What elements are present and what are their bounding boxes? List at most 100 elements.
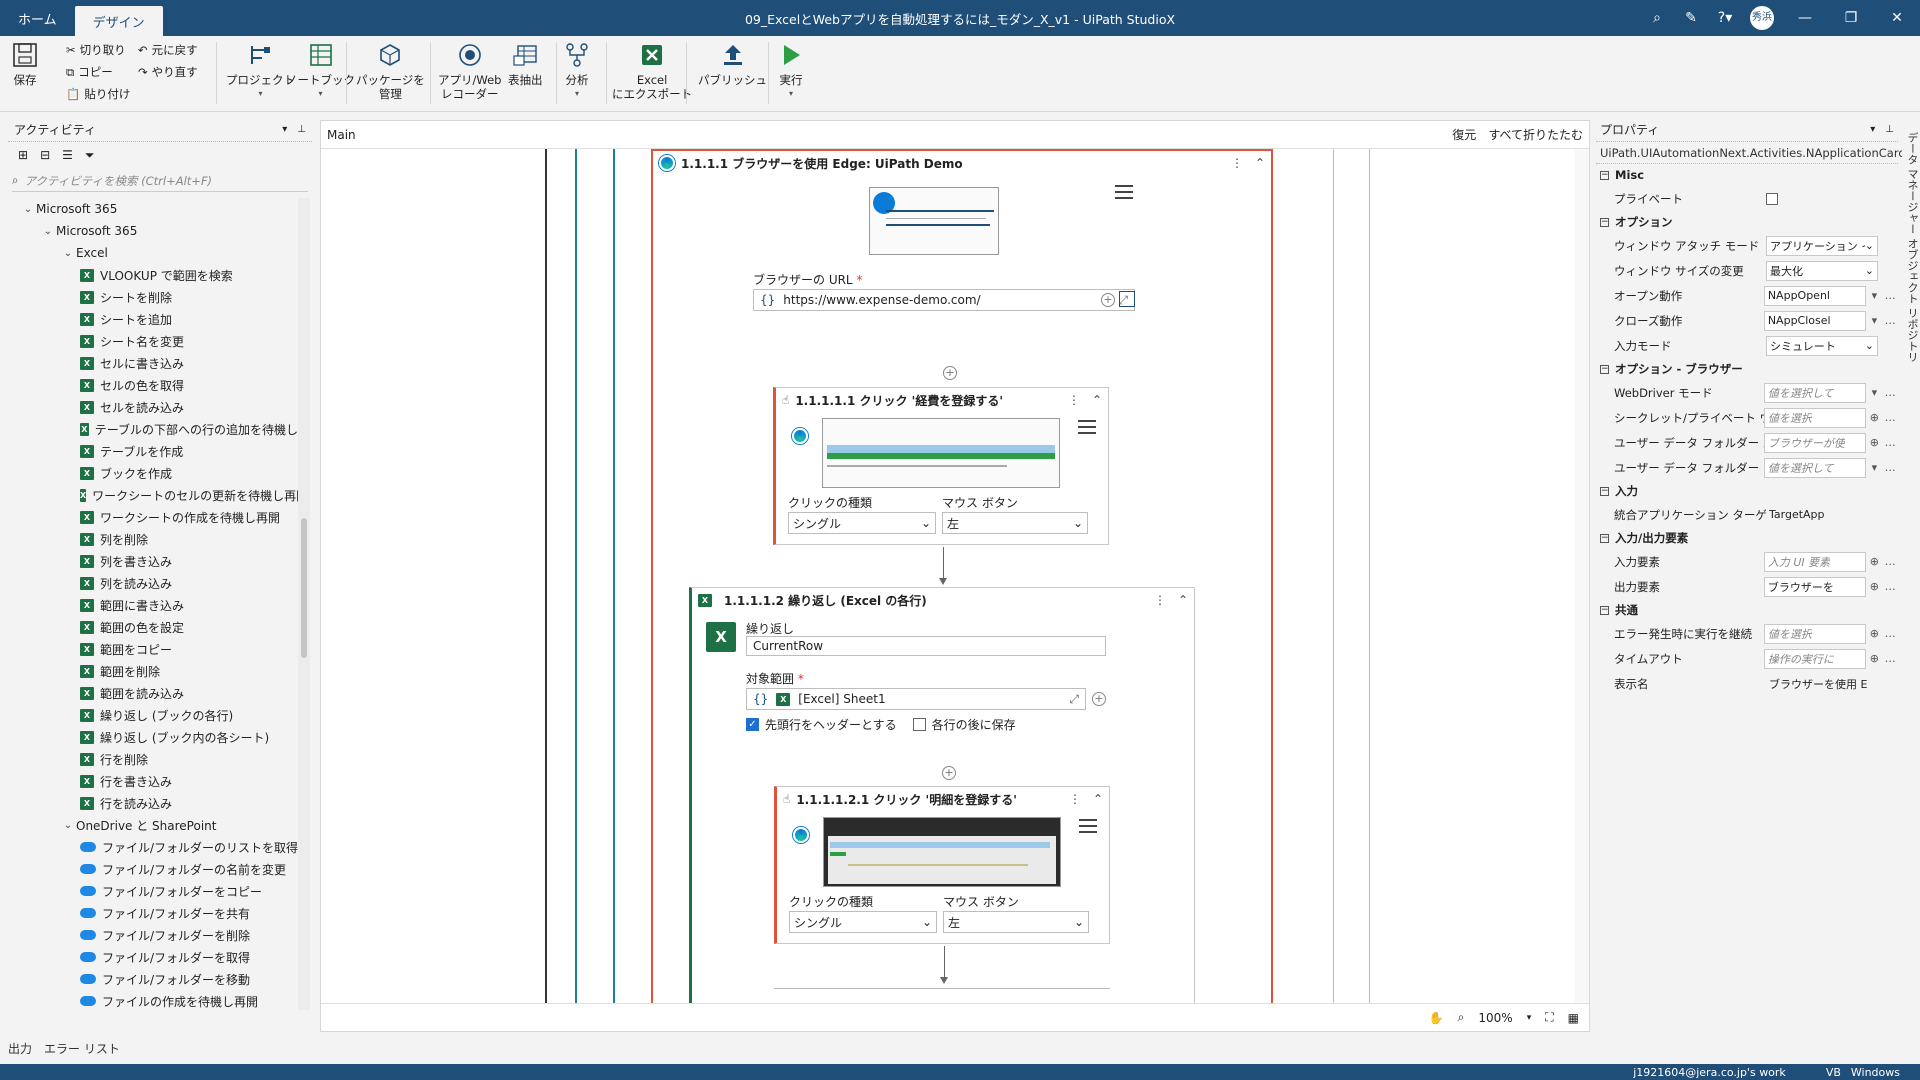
tree-activity-item[interactable]: ファイル/フォルダーのリストを取得 [8,836,298,858]
notebook-button[interactable]: ノートブック ▾ [286,40,355,101]
property-value-field[interactable]: 値を選択して [1763,457,1867,478]
analyze-button[interactable]: 分析 ▾ [562,40,592,101]
menu-icon[interactable] [1115,185,1133,199]
property-value-field[interactable]: ブラウザーを [1763,576,1867,597]
property-value-field[interactable]: 値を選択して [1763,382,1867,403]
tree-activity-item[interactable]: X セルを読み込み [8,396,298,418]
expand-icon[interactable]: ⤢ [1069,692,1079,707]
expand-all-icon[interactable]: ⊞ [18,148,28,162]
save-checkbox[interactable] [912,718,926,731]
breadcrumb-main[interactable]: Main [327,128,356,142]
click-type-select[interactable]: シングル ⌄ [788,512,936,534]
property-value-field[interactable]: 値を選択 [1763,407,1867,428]
more-icon[interactable]: ⋮ [1231,156,1243,170]
property-value-field[interactable]: TargetApp [1766,505,1870,525]
redo-button[interactable]: ↷ やり直す [138,64,198,80]
more-icon[interactable]: ⋮ [1068,393,1080,407]
pin-icon[interactable]: ⊥ [1885,124,1894,135]
more-icon[interactable]: ⋮ [1154,593,1166,607]
property-section[interactable]: − 入力/出力要素 [1596,527,1898,549]
workflow-canvas[interactable]: 1.1.1.1 ブラウザーを使用 Edge: UiPath Demo ⋮ ⌃ ブラ… [321,149,1575,1003]
excel-export-button[interactable]: Excel にエクスポート [612,40,692,101]
tree-activity-item[interactable]: X 繰り返し (ブック内の各シート) [8,726,298,748]
tree-activity-item[interactable]: X シート名を変更 [8,330,298,352]
collapse-icon[interactable]: ⌃ [1092,393,1102,407]
tab-error-list[interactable]: エラー リスト [44,1040,120,1060]
chevron-down-icon[interactable]: ▾ [1870,124,1875,135]
property-value-field[interactable]: NAppOpenl [1763,285,1867,306]
add-icon[interactable]: ⊕ [1866,436,1882,449]
tree-group[interactable]: ⌄ Microsoft 365 [8,198,298,220]
dropdown-icon[interactable]: ▾ [1866,386,1882,399]
range-field[interactable]: {} X [Excel] Sheet1 ⤢ [746,688,1086,710]
tree-activity-item[interactable]: X 列を書き込み [8,550,298,572]
collapse-all-icon[interactable]: ⊟ [40,148,50,162]
tree-group[interactable]: ⌄ Microsoft 365 [8,220,298,242]
ellipsis-icon[interactable]: … [1882,436,1898,449]
tree-activity-item[interactable]: X シートを追加 [8,308,298,330]
click-type-select[interactable]: シングル ⌄ [789,911,937,933]
tab-home[interactable]: ホーム [0,0,75,36]
publish-button[interactable]: パブリッシュ [698,40,767,87]
collapse-section-icon[interactable]: − [1600,605,1609,615]
collapse-icon[interactable]: ⌃ [1093,792,1103,806]
ellipsis-icon[interactable]: … [1882,411,1898,424]
chevron-down-icon[interactable]: ▾ [1527,1013,1532,1023]
browser-icon[interactable] [1119,291,1135,307]
tree-activity-item[interactable]: X 範囲に書き込み [8,594,298,616]
list-view-icon[interactable]: ☰ [62,148,73,162]
ellipsis-icon[interactable]: … [1882,652,1898,665]
ellipsis-icon[interactable]: … [1882,289,1898,302]
tree-activity-item[interactable]: X ワークシートの作成を待機し再開 [8,506,298,528]
header-checkbox[interactable]: ✓ [746,718,759,731]
ellipsis-icon[interactable]: … [1882,314,1898,327]
add-icon[interactable]: ⊕ [1866,555,1882,568]
help-icon[interactable]: ?▾ [1708,10,1742,26]
collapse-icon[interactable]: ⌃ [1178,593,1188,607]
hand-icon[interactable]: ✋ [1429,1011,1444,1025]
tree-activity-item[interactable]: X 範囲の色を設定 [8,616,298,638]
feedback-icon[interactable]: ✎ [1674,10,1708,26]
ellipsis-icon[interactable]: … [1882,627,1898,640]
collapse-section-icon[interactable]: − [1600,533,1609,543]
undo-button[interactable]: ↶ 元に戻す [138,42,198,58]
minimize-icon[interactable]: — [1782,10,1828,26]
property-value-field[interactable]: 値を選択 [1763,623,1867,644]
ellipsis-icon[interactable]: … [1882,461,1898,474]
tab-design[interactable]: デザイン [74,6,163,36]
menu-icon[interactable] [1079,819,1097,833]
add-icon[interactable]: ⊕ [1866,580,1882,593]
tree-activity-item[interactable]: X 範囲をコピー [8,638,298,660]
dropdown-icon[interactable]: ▾ [1866,314,1882,327]
tree-activity-item[interactable]: X テーブルを作成 [8,440,298,462]
tree-activity-item[interactable]: ファイルの作成を待機し再開 [8,990,298,1010]
ellipsis-icon[interactable]: … [1882,386,1898,399]
chevron-down-icon[interactable]: ⌄ [1865,239,1874,252]
tree-activity-item[interactable]: X 範囲を読み込み [8,682,298,704]
restore-button[interactable]: 復元 [1452,126,1476,143]
recorder-button[interactable]: アプリ/Web レコーダー [438,40,501,101]
chevron-down-icon[interactable]: ▾ [282,124,287,135]
tree-activity-item[interactable]: X VLOOKUP で範囲を検索 [8,264,298,286]
tree-activity-item[interactable]: ファイル/フォルダーをコピー [8,880,298,902]
copy-button[interactable]: ⧉ コピー [66,64,113,80]
tree-activity-item[interactable]: X 行を書き込み [8,770,298,792]
mouse-button-select[interactable]: 左 ⌄ [942,512,1088,534]
add-icon[interactable]: ⊕ [1866,652,1882,665]
zoom-level[interactable]: 100% [1478,1011,1512,1025]
tree-activity-item[interactable]: ファイル/フォルダーを取得 [8,946,298,968]
tree-group[interactable]: ⌄ OneDrive と SharePoint [8,814,298,836]
dropdown-icon[interactable]: ▾ [1866,461,1882,474]
property-value-field[interactable]: ブラウザーが使 [1763,432,1867,453]
chevron-down-icon[interactable]: ⌄ [1865,264,1874,277]
tree-activity-item[interactable]: ファイル/フォルダーの名前を変更 [8,858,298,880]
overview-icon[interactable]: ▦ [1568,1011,1579,1025]
add-icon[interactable]: + [1092,692,1106,706]
property-value-field[interactable]: ブラウザーを使用 Edge: [1766,674,1870,694]
chevron-down-icon[interactable]: ⌄ [40,226,56,237]
collapse-section-icon[interactable]: − [1600,364,1609,374]
property-section[interactable]: − オプション [1596,211,1898,233]
property-value-field[interactable]: 最大化 ⌄ [1766,260,1878,281]
tree-activity-item[interactable]: X ワークシートのセルの更新を待機し再開 [8,484,298,506]
restore-icon[interactable]: ❐ [1828,10,1874,26]
